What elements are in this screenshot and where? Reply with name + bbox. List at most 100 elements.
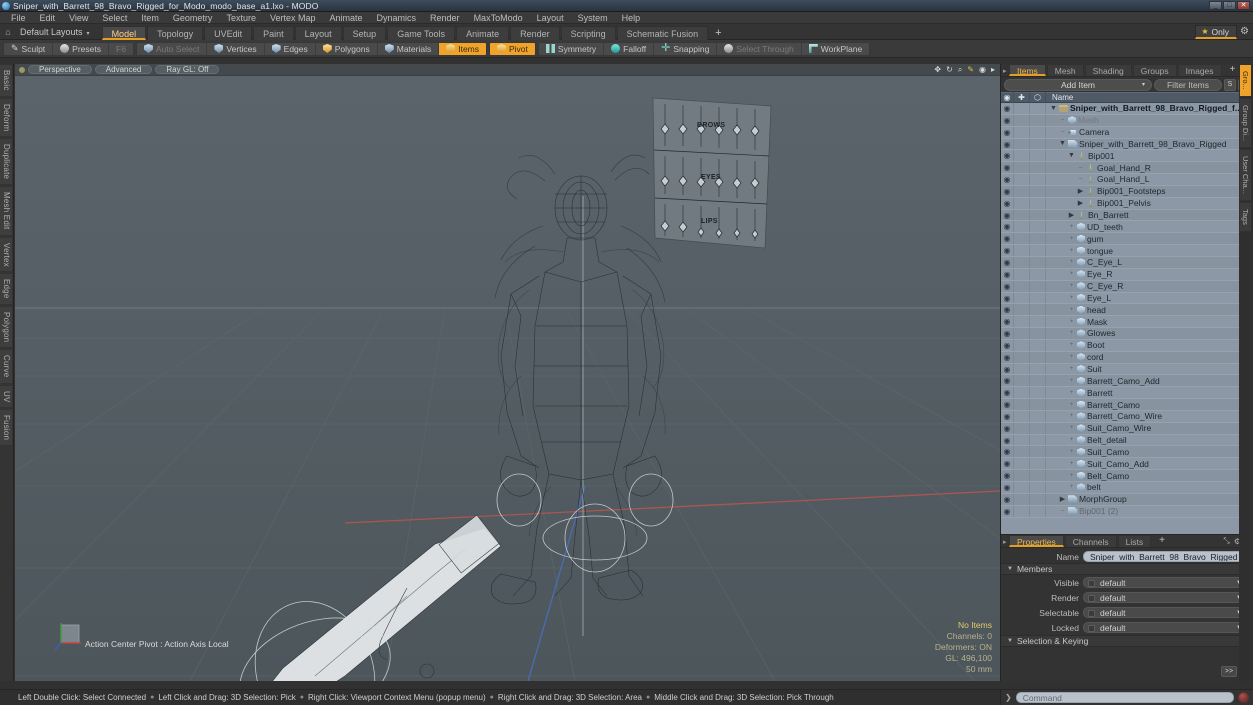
home-layout-icon[interactable]: ⌂	[0, 25, 16, 39]
item-name-cell[interactable]: ▶Bip001_Pelvis	[1046, 198, 1253, 208]
row-add-cell[interactable]	[1014, 174, 1030, 185]
menu-item-view[interactable]: View	[62, 12, 95, 24]
row-third-cell[interactable]	[1030, 411, 1046, 422]
filter-s-button[interactable]: S	[1224, 79, 1236, 91]
table-row[interactable]: ◉ ▶MorphGroup	[1001, 494, 1253, 506]
menu-item-texture[interactable]: Texture	[219, 12, 263, 24]
row-third-cell[interactable]	[1030, 210, 1046, 221]
row-third-cell[interactable]	[1030, 103, 1046, 114]
eye-icon[interactable]: ◉	[1001, 482, 1014, 493]
mode-button-vertices[interactable]: Vertices	[206, 42, 263, 56]
morph-slider-panel[interactable]: BROWS EYES LIPS	[649, 96, 771, 251]
item-tab-mesh-ops[interactable]: Mesh Ops	[1047, 64, 1084, 76]
table-row[interactable]: ◉+cord	[1001, 352, 1253, 364]
item-name-cell[interactable]: –Bip001 (2)	[1046, 506, 1253, 516]
menu-item-file[interactable]: File	[4, 12, 33, 24]
command-arrow-icon[interactable]: ❯	[1005, 693, 1012, 702]
expand-triangle-closed-icon[interactable]: ▶	[1068, 211, 1075, 219]
left-rail-tab-deform[interactable]: Deform	[0, 98, 13, 137]
character-wireframe-mesh[interactable]	[15, 76, 1000, 681]
rotate-icon[interactable]: ↻	[946, 66, 953, 74]
eye-icon[interactable]: ◉	[1001, 328, 1014, 339]
eye-icon[interactable]: ◉	[1001, 115, 1014, 126]
menu-item-system[interactable]: System	[571, 12, 615, 24]
viewport-shading-dropdown[interactable]: Advanced	[95, 65, 153, 74]
eye-icon[interactable]: ◉	[1001, 186, 1014, 197]
row-third-cell[interactable]	[1030, 162, 1046, 173]
row-third-cell[interactable]	[1030, 174, 1046, 185]
row-third-cell[interactable]	[1030, 446, 1046, 457]
row-add-cell[interactable]	[1014, 387, 1030, 398]
row-add-cell[interactable]	[1014, 304, 1030, 315]
table-row[interactable]: ◉+Suit_Camo_Add	[1001, 458, 1253, 470]
table-row[interactable]: ◉+UD_teeth	[1001, 221, 1253, 233]
left-rail-tab-polygon[interactable]: Polygon	[0, 306, 13, 348]
item-name-cell[interactable]: +Barrett_Camo_Wire	[1046, 411, 1253, 421]
row-third-cell[interactable]	[1030, 150, 1046, 161]
tab-render[interactable]: Render	[510, 26, 560, 40]
expand-triangle-open-icon[interactable]: ▼	[1059, 140, 1066, 147]
table-row[interactable]: ◉+Eye_R	[1001, 269, 1253, 281]
add-properties-tab-button[interactable]: +	[1152, 535, 1172, 547]
eye-icon[interactable]: ◉	[1001, 494, 1014, 505]
row-third-cell[interactable]	[1030, 281, 1046, 292]
item-name-cell[interactable]: +Eye_R	[1046, 269, 1253, 279]
property-dropdown-selectable[interactable]: default▼	[1083, 607, 1249, 618]
table-row[interactable]: ◉+Eye_L	[1001, 293, 1253, 305]
item-name-cell[interactable]: ▶MorphGroup	[1046, 494, 1253, 504]
item-name-cell[interactable]: –Camera	[1046, 127, 1253, 137]
row-third-cell[interactable]	[1030, 482, 1046, 493]
tab-topology[interactable]: Topology	[147, 26, 203, 40]
table-row[interactable]: ◉▼Bip001	[1001, 150, 1253, 162]
expand-triangle-open-icon[interactable]: ▼	[1050, 105, 1057, 112]
mode-button-symmetry[interactable]: Symmetry	[539, 42, 603, 56]
row-add-cell[interactable]	[1014, 221, 1030, 232]
tab-setup[interactable]: Setup	[343, 26, 387, 40]
column-visibility[interactable]: ◉	[1001, 92, 1014, 103]
maximize-button[interactable]: □	[1223, 1, 1236, 10]
row-add-cell[interactable]	[1014, 210, 1030, 221]
row-third-cell[interactable]	[1030, 139, 1046, 150]
table-row[interactable]: ◉+tongue	[1001, 245, 1253, 257]
item-name-cell[interactable]: +head	[1046, 305, 1253, 315]
row-third-cell[interactable]	[1030, 340, 1046, 351]
move-icon[interactable]: ✥	[934, 66, 941, 74]
eye-icon[interactable]: ◉	[1001, 446, 1014, 457]
item-tab-shading[interactable]: Shading	[1085, 64, 1132, 76]
item-tree[interactable]: ◉▼Sniper_with_Barrett_98_Bravo_Rigged_f.…	[1001, 103, 1253, 534]
row-add-cell[interactable]	[1014, 446, 1030, 457]
tab-layout[interactable]: Layout	[295, 26, 342, 40]
item-name-cell[interactable]: –Goal_Hand_R	[1046, 163, 1253, 173]
table-row[interactable]: ◉+Suit_Camo	[1001, 446, 1253, 458]
row-add-cell[interactable]	[1014, 482, 1030, 493]
item-name-cell[interactable]: +Boot	[1046, 340, 1253, 350]
item-name-cell[interactable]: +Belt_detail	[1046, 435, 1253, 445]
table-row[interactable]: ◉–Bip001 (2)	[1001, 506, 1253, 518]
left-rail-tab-uv[interactable]: UV	[0, 385, 13, 409]
row-third-cell[interactable]	[1030, 375, 1046, 386]
eye-icon[interactable]: ◉	[1001, 210, 1014, 221]
row-add-cell[interactable]	[1014, 127, 1030, 138]
menu-item-edit[interactable]: Edit	[33, 12, 63, 24]
row-add-cell[interactable]	[1014, 399, 1030, 410]
table-row[interactable]: ◉▶Bn_Barrett	[1001, 210, 1253, 222]
mode-button-auto-select[interactable]: Auto Select	[137, 42, 206, 56]
table-row[interactable]: ◉ +belt	[1001, 482, 1253, 494]
row-third-cell[interactable]	[1030, 304, 1046, 315]
table-row[interactable]: ◉+Barrett	[1001, 387, 1253, 399]
properties-tab-channels[interactable]: Channels	[1065, 535, 1117, 547]
row-add-cell[interactable]	[1014, 375, 1030, 386]
item-name-cell[interactable]: ▼Bip001	[1046, 151, 1253, 161]
item-name-cell[interactable]: +belt	[1046, 482, 1253, 492]
table-row[interactable]: ◉+head	[1001, 304, 1253, 316]
panel-menu-icon[interactable]: ▸	[1003, 67, 1007, 75]
tab-animate[interactable]: Animate	[456, 26, 509, 40]
properties-rail-tab-1[interactable]: Group Di...	[1239, 98, 1252, 148]
row-third-cell[interactable]	[1030, 470, 1046, 481]
expand-keying-button[interactable]: >>	[1221, 666, 1237, 677]
item-name-cell[interactable]: +tongue	[1046, 246, 1253, 256]
eye-icon[interactable]: ◉	[1001, 364, 1014, 375]
table-row[interactable]: ◉–Goal_Hand_L	[1001, 174, 1253, 186]
row-add-cell[interactable]	[1014, 233, 1030, 244]
menu-item-vertex-map[interactable]: Vertex Map	[263, 12, 323, 24]
